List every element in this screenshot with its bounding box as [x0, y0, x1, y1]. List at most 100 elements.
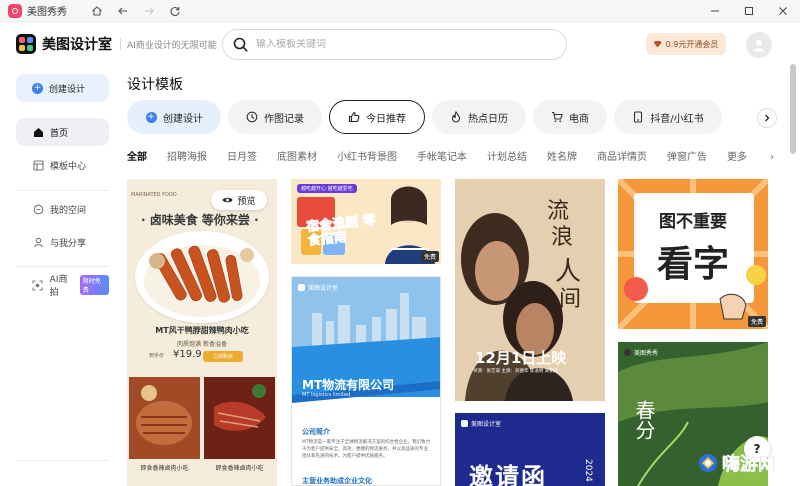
tab-daily-sign[interactable]: 日月签: [227, 148, 257, 163]
food-buy-button: 立即购买: [203, 351, 243, 362]
thumbs-up-icon: [348, 111, 360, 123]
food-thumb-right: [204, 377, 275, 459]
tab-popup-ad[interactable]: 弹窗广告: [667, 148, 707, 163]
food-thumb-left: [129, 377, 200, 459]
tab-more[interactable]: 更多 ›: [727, 148, 774, 163]
tab-background[interactable]: 底图素材: [277, 148, 317, 163]
sticker-line1: 图不重要: [659, 212, 727, 232]
food-bottom-left: 即食香辣卤肉小吃: [140, 465, 189, 472]
sidebar-divider: [16, 460, 109, 461]
tab-detail-page[interactable]: 商品详情页: [597, 148, 647, 163]
close-icon[interactable]: [766, 0, 800, 22]
sidebar-divider: [16, 190, 109, 191]
food-price-label: 到手价: [149, 353, 165, 359]
maximize-icon[interactable]: [732, 0, 766, 22]
chip-label: 热点日历: [468, 113, 508, 125]
sidebar-item-my-space[interactable]: 我的空间: [16, 195, 109, 223]
food-title: MT风干鸭脖甜辣鸭肉小吃: [155, 326, 249, 335]
sidebar-divider: [16, 266, 109, 267]
preview-button[interactable]: 预览: [211, 190, 267, 210]
food-tag: MARINATED FOOD: [131, 192, 177, 198]
sidebar-create-button[interactable]: + 创建设计: [16, 74, 109, 102]
search-bar[interactable]: [222, 29, 567, 60]
template-card-snack[interactable]: 越吃越开心 越吃越爱吃 宿舍追剧 零食指南 免费: [291, 179, 441, 264]
avatar[interactable]: [746, 32, 772, 58]
brand-name: 美图设计室: [42, 37, 112, 53]
meitu-logo-icon: [8, 3, 22, 18]
home-icon[interactable]: [89, 3, 105, 19]
logistics-sub: MT logistics limited: [302, 392, 351, 398]
vip-label: 0.9元开通会员: [665, 39, 719, 49]
free-badge: 免费: [420, 251, 439, 262]
chip-history[interactable]: 作图记录: [228, 100, 322, 134]
logistics-brand-label: 美图设计室: [308, 285, 339, 292]
ai-icon: [32, 279, 44, 291]
spring-title: 春分: [632, 400, 656, 440]
sidebar-create-label: 创建设计: [49, 84, 86, 95]
movie-credits: 导演：张艺谋 主演：刘德华 陈道明 梁朝伟: [473, 369, 559, 374]
movie-release: 12月1日上映: [475, 349, 567, 367]
chip-label: 作图记录: [264, 113, 304, 125]
sidebar-item-templates[interactable]: 模板中心: [16, 151, 109, 179]
chips-next-button[interactable]: [757, 108, 777, 128]
sidebar-item-home[interactable]: 首页: [16, 118, 109, 146]
refresh-icon[interactable]: [167, 3, 183, 19]
vip-button[interactable]: 0.9元开通会员: [646, 33, 726, 55]
invite-brand-label: 美图设计室: [471, 421, 502, 428]
phone-icon: [632, 111, 644, 123]
back-arrow-icon[interactable]: [115, 3, 131, 19]
logistics-footer: 主营业务助成企业文化: [302, 477, 372, 485]
free-badge: 限时免费: [79, 275, 109, 295]
search-input[interactable]: [256, 39, 546, 50]
sidebar-item-ai-shoot[interactable]: AI商拍 限时免费: [16, 271, 109, 299]
template-card-invite[interactable]: 美图设计室 邀请函 2024: [455, 413, 605, 486]
chip-label: 电商: [569, 113, 589, 125]
chip-label: 今日推荐: [366, 113, 406, 125]
space-icon: [32, 203, 44, 215]
sidebar-item-shared[interactable]: 与我分享: [16, 228, 109, 256]
scrollbar[interactable]: [789, 64, 797, 486]
brand-logo-icon: [16, 34, 36, 54]
tab-recruit[interactable]: 招聘海报: [167, 148, 207, 163]
food-photo: [135, 231, 269, 323]
chip-ecommerce[interactable]: 电商: [533, 100, 607, 134]
brand-slogan: AI商业设计的无限可能: [127, 40, 217, 51]
chip-create[interactable]: + 创建设计: [127, 100, 221, 134]
fire-icon: [450, 111, 462, 123]
chip-hot-calendar[interactable]: 热点日历: [432, 100, 526, 134]
logistics-title: MT物流有限公司: [302, 378, 395, 392]
tab-name-card[interactable]: 姓名牌: [547, 148, 577, 163]
tab-xhs-bg[interactable]: 小红书背景图: [337, 148, 397, 163]
home-icon: [32, 126, 44, 138]
tab-all[interactable]: 全部: [127, 148, 147, 163]
spring-brand-label: 美图秀秀: [634, 350, 659, 357]
title-bar: 美图秀秀: [0, 0, 800, 22]
template-card-movie[interactable]: 流 浪 人 间 12月1日上映 导演：张艺谋 主演：刘德华 陈道明 梁朝伟: [455, 179, 605, 401]
minimize-icon[interactable]: [698, 0, 732, 22]
food-headline: · 卤味美食 等你来尝 ·: [141, 213, 259, 227]
invite-year: 2024: [583, 459, 593, 482]
search-icon: [233, 37, 248, 52]
chip-douyin-xhs[interactable]: 抖音/小红书: [614, 100, 722, 134]
sidebar: + 创建设计 首页 模板中心 我的空间 与我分享 AI商拍 限时免费: [0, 70, 120, 486]
scrollbar-thumb[interactable]: [790, 64, 796, 154]
watermark: 嗨游网: [697, 450, 776, 476]
brand[interactable]: 美图设计室 AI商业设计的无限可能: [16, 34, 217, 54]
tab-journal[interactable]: 手帐笔记本: [417, 148, 467, 163]
diamond-icon: [653, 40, 662, 48]
cart-icon: [551, 111, 563, 123]
plus-icon: +: [32, 82, 43, 94]
chip-recommend[interactable]: 今日推荐: [329, 100, 425, 134]
clock-icon: [246, 111, 258, 123]
template-card-food[interactable]: MARINATED FOOD · 卤味美食 等你来尝 · MT风干鸭脖甜辣鸭肉小…: [127, 179, 277, 486]
logistics-intro-title: 公司简介: [302, 428, 330, 436]
tab-more-label: 更多: [727, 152, 747, 163]
template-card-sticker[interactable]: 图不重要 看字 免费: [618, 179, 768, 329]
forward-arrow-icon[interactable]: [141, 3, 157, 19]
food-bottom-right: 即食香辣卤肉小吃: [215, 465, 264, 472]
logistics-brand: 美图设计室: [298, 283, 338, 292]
template-card-logistics[interactable]: 美图设计室 MT物流有限公司 MT logistics limited 公司简介…: [291, 276, 441, 486]
tab-plan[interactable]: 计划总结: [487, 148, 527, 163]
sidebar-item-label: 与我分享: [50, 238, 87, 249]
share-icon: [32, 236, 44, 248]
